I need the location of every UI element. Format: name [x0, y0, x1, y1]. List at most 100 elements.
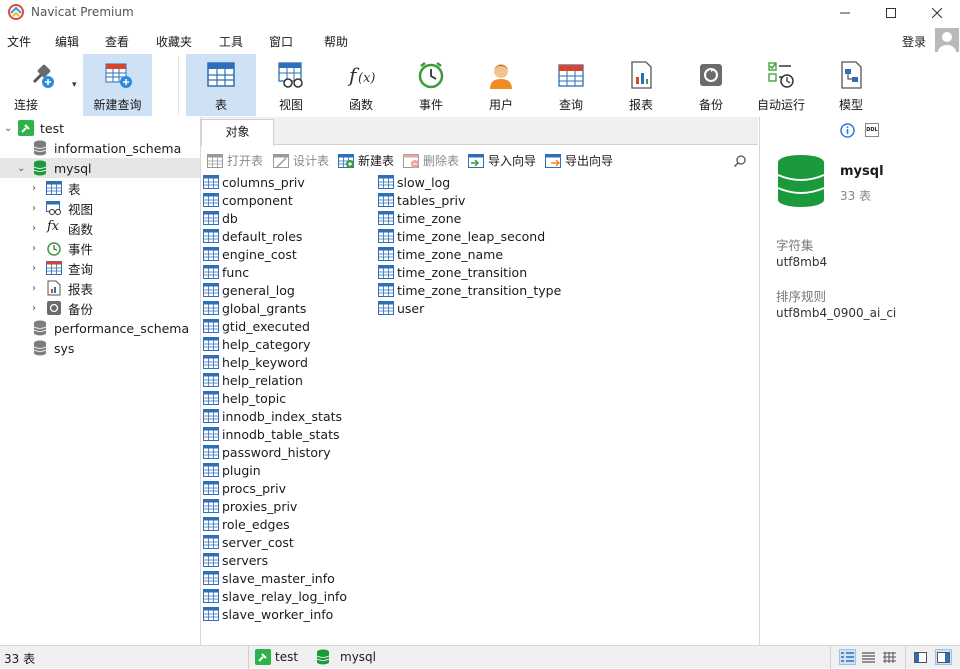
table-name: engine_cost [222, 246, 297, 262]
menu-view[interactable]: 查看 [105, 33, 129, 50]
table-item[interactable]: time_zone_transition_type [378, 281, 561, 299]
tree-db-information-schema[interactable]: information_schema [0, 138, 200, 158]
menu-window[interactable]: 窗口 [269, 33, 293, 50]
table-item[interactable]: component [203, 191, 293, 209]
ddl-icon[interactable]: DDL [865, 123, 879, 137]
table-item[interactable]: innodb_table_stats [203, 425, 339, 443]
toolbar-automation-button[interactable]: 自动运行 [746, 54, 816, 116]
tree-mysql-queries[interactable]: › 查询 [0, 258, 200, 278]
table-item[interactable]: help_category [203, 335, 311, 353]
tree-mysql-backups[interactable]: › 备份 [0, 298, 200, 318]
table-item[interactable]: gtid_executed [203, 317, 310, 335]
chevron-down-icon[interactable]: ⌄ [17, 163, 25, 174]
detail-view-button[interactable] [860, 649, 877, 665]
toolbar-function-button[interactable]: f (x) 函数 [326, 54, 396, 116]
toggle-left-pane-button[interactable] [912, 649, 929, 665]
table-item[interactable]: time_zone_transition [378, 263, 527, 281]
import-wizard-button[interactable]: 导入向导 [468, 152, 536, 169]
table-item[interactable]: general_log [203, 281, 295, 299]
table-item[interactable]: role_edges [203, 515, 290, 533]
tree-mysql-reports[interactable]: › 报表 [0, 278, 200, 298]
toolbar-model-button[interactable]: 模型 [816, 54, 886, 116]
table-item[interactable]: innodb_index_stats [203, 407, 342, 425]
chevron-right-icon[interactable]: › [32, 223, 36, 234]
connect-button[interactable]: 连接 [8, 54, 74, 116]
toggle-right-pane-button[interactable] [935, 649, 952, 665]
open-table-button[interactable]: 打开表 [207, 152, 263, 169]
connect-dropdown-icon[interactable]: ▾ [72, 80, 77, 90]
grid-view-button[interactable] [881, 649, 898, 665]
tree-mysql-events[interactable]: › 事件 [0, 238, 200, 258]
menu-favorites[interactable]: 收藏夹 [156, 33, 192, 50]
toolbar-table-button[interactable]: 表 [186, 54, 256, 116]
table-item[interactable]: password_history [203, 443, 331, 461]
table-item[interactable]: help_keyword [203, 353, 308, 371]
table-item[interactable]: proxies_priv [203, 497, 297, 515]
menu-help[interactable]: 帮助 [324, 33, 348, 50]
toolbar-user-button[interactable]: 用户 [466, 54, 536, 116]
table-item[interactable]: help_topic [203, 389, 286, 407]
tree-mysql-views[interactable]: › 视图 [0, 198, 200, 218]
table-item[interactable]: slave_worker_info [203, 605, 333, 623]
table-item[interactable]: help_relation [203, 371, 303, 389]
menu-file[interactable]: 文件 [7, 33, 31, 50]
chevron-right-icon[interactable]: › [32, 243, 36, 254]
minimize-button[interactable] [822, 0, 868, 26]
tab-objects[interactable]: 对象 [201, 119, 274, 146]
table-item[interactable]: columns_priv [203, 173, 305, 191]
chevron-right-icon[interactable]: › [32, 303, 36, 314]
table-item[interactable]: func [203, 263, 249, 281]
table-item[interactable]: slow_log [378, 173, 450, 191]
tree-mysql-tables[interactable]: › 表 [0, 178, 200, 198]
maximize-button[interactable] [868, 0, 914, 26]
info-charset-value: utf8mb4 [776, 255, 828, 269]
menu-tools[interactable]: 工具 [219, 33, 243, 50]
table-item[interactable]: default_roles [203, 227, 302, 245]
menu-edit[interactable]: 编辑 [55, 33, 79, 50]
chevron-right-icon[interactable]: › [32, 183, 36, 194]
new-query-button[interactable]: 新建查询 [83, 54, 152, 116]
tree-db-sys[interactable]: sys [0, 338, 200, 358]
table-item[interactable]: db [203, 209, 238, 227]
table-item[interactable]: time_zone_name [378, 245, 503, 263]
menu-bar: 文件 编辑 查看 收藏夹 工具 窗口 帮助 [0, 30, 960, 52]
table-item[interactable]: servers [203, 551, 268, 569]
tree-db-performance-schema[interactable]: performance_schema [0, 318, 200, 338]
table-item[interactable]: global_grants [203, 299, 306, 317]
table-item[interactable]: time_zone [378, 209, 461, 227]
table-item[interactable]: engine_cost [203, 245, 297, 263]
table-name: innodb_index_stats [222, 408, 343, 424]
toolbar-query-button[interactable]: 查询 [536, 54, 606, 116]
table-item[interactable]: user [378, 299, 424, 317]
table-item[interactable]: tables_priv [378, 191, 465, 209]
export-wizard-button[interactable]: 导出向导 [545, 152, 613, 169]
new-table-button[interactable]: 新建表 [338, 152, 394, 169]
table-item[interactable]: time_zone_leap_second [378, 227, 545, 245]
avatar[interactable] [935, 28, 959, 52]
tree-connection-test[interactable]: ⌄ test [0, 118, 200, 138]
table-item[interactable]: procs_priv [203, 479, 286, 497]
table-item[interactable]: slave_relay_log_info [203, 587, 347, 605]
toolbar-report-button[interactable]: 报表 [606, 54, 676, 116]
toolbar-view-button[interactable]: 视图 [256, 54, 326, 116]
table-icon [203, 409, 219, 423]
table-item[interactable]: plugin [203, 461, 261, 479]
table-item[interactable]: server_cost [203, 533, 294, 551]
design-table-button[interactable]: 设计表 [273, 152, 329, 169]
tree-label: information_schema [54, 140, 182, 156]
chevron-right-icon[interactable]: › [32, 283, 36, 294]
close-button[interactable] [914, 0, 960, 26]
toolbar-backup-button[interactable]: 备份 [676, 54, 746, 116]
search-icon[interactable] [734, 155, 746, 167]
tree-db-mysql[interactable]: ⌄ mysql [0, 158, 200, 178]
toolbar-event-button[interactable]: 事件 [396, 54, 466, 116]
table-item[interactable]: slave_master_info [203, 569, 335, 587]
login-link[interactable]: 登录 [902, 33, 926, 50]
tree-mysql-functions[interactable]: › fx 函数 [0, 218, 200, 238]
chevron-right-icon[interactable]: › [32, 203, 36, 214]
info-icon[interactable] [840, 123, 855, 138]
list-view-button[interactable] [839, 649, 856, 665]
chevron-down-icon[interactable]: ⌄ [4, 123, 12, 134]
delete-table-button[interactable]: 删除表 [403, 152, 459, 169]
chevron-right-icon[interactable]: › [32, 263, 36, 274]
